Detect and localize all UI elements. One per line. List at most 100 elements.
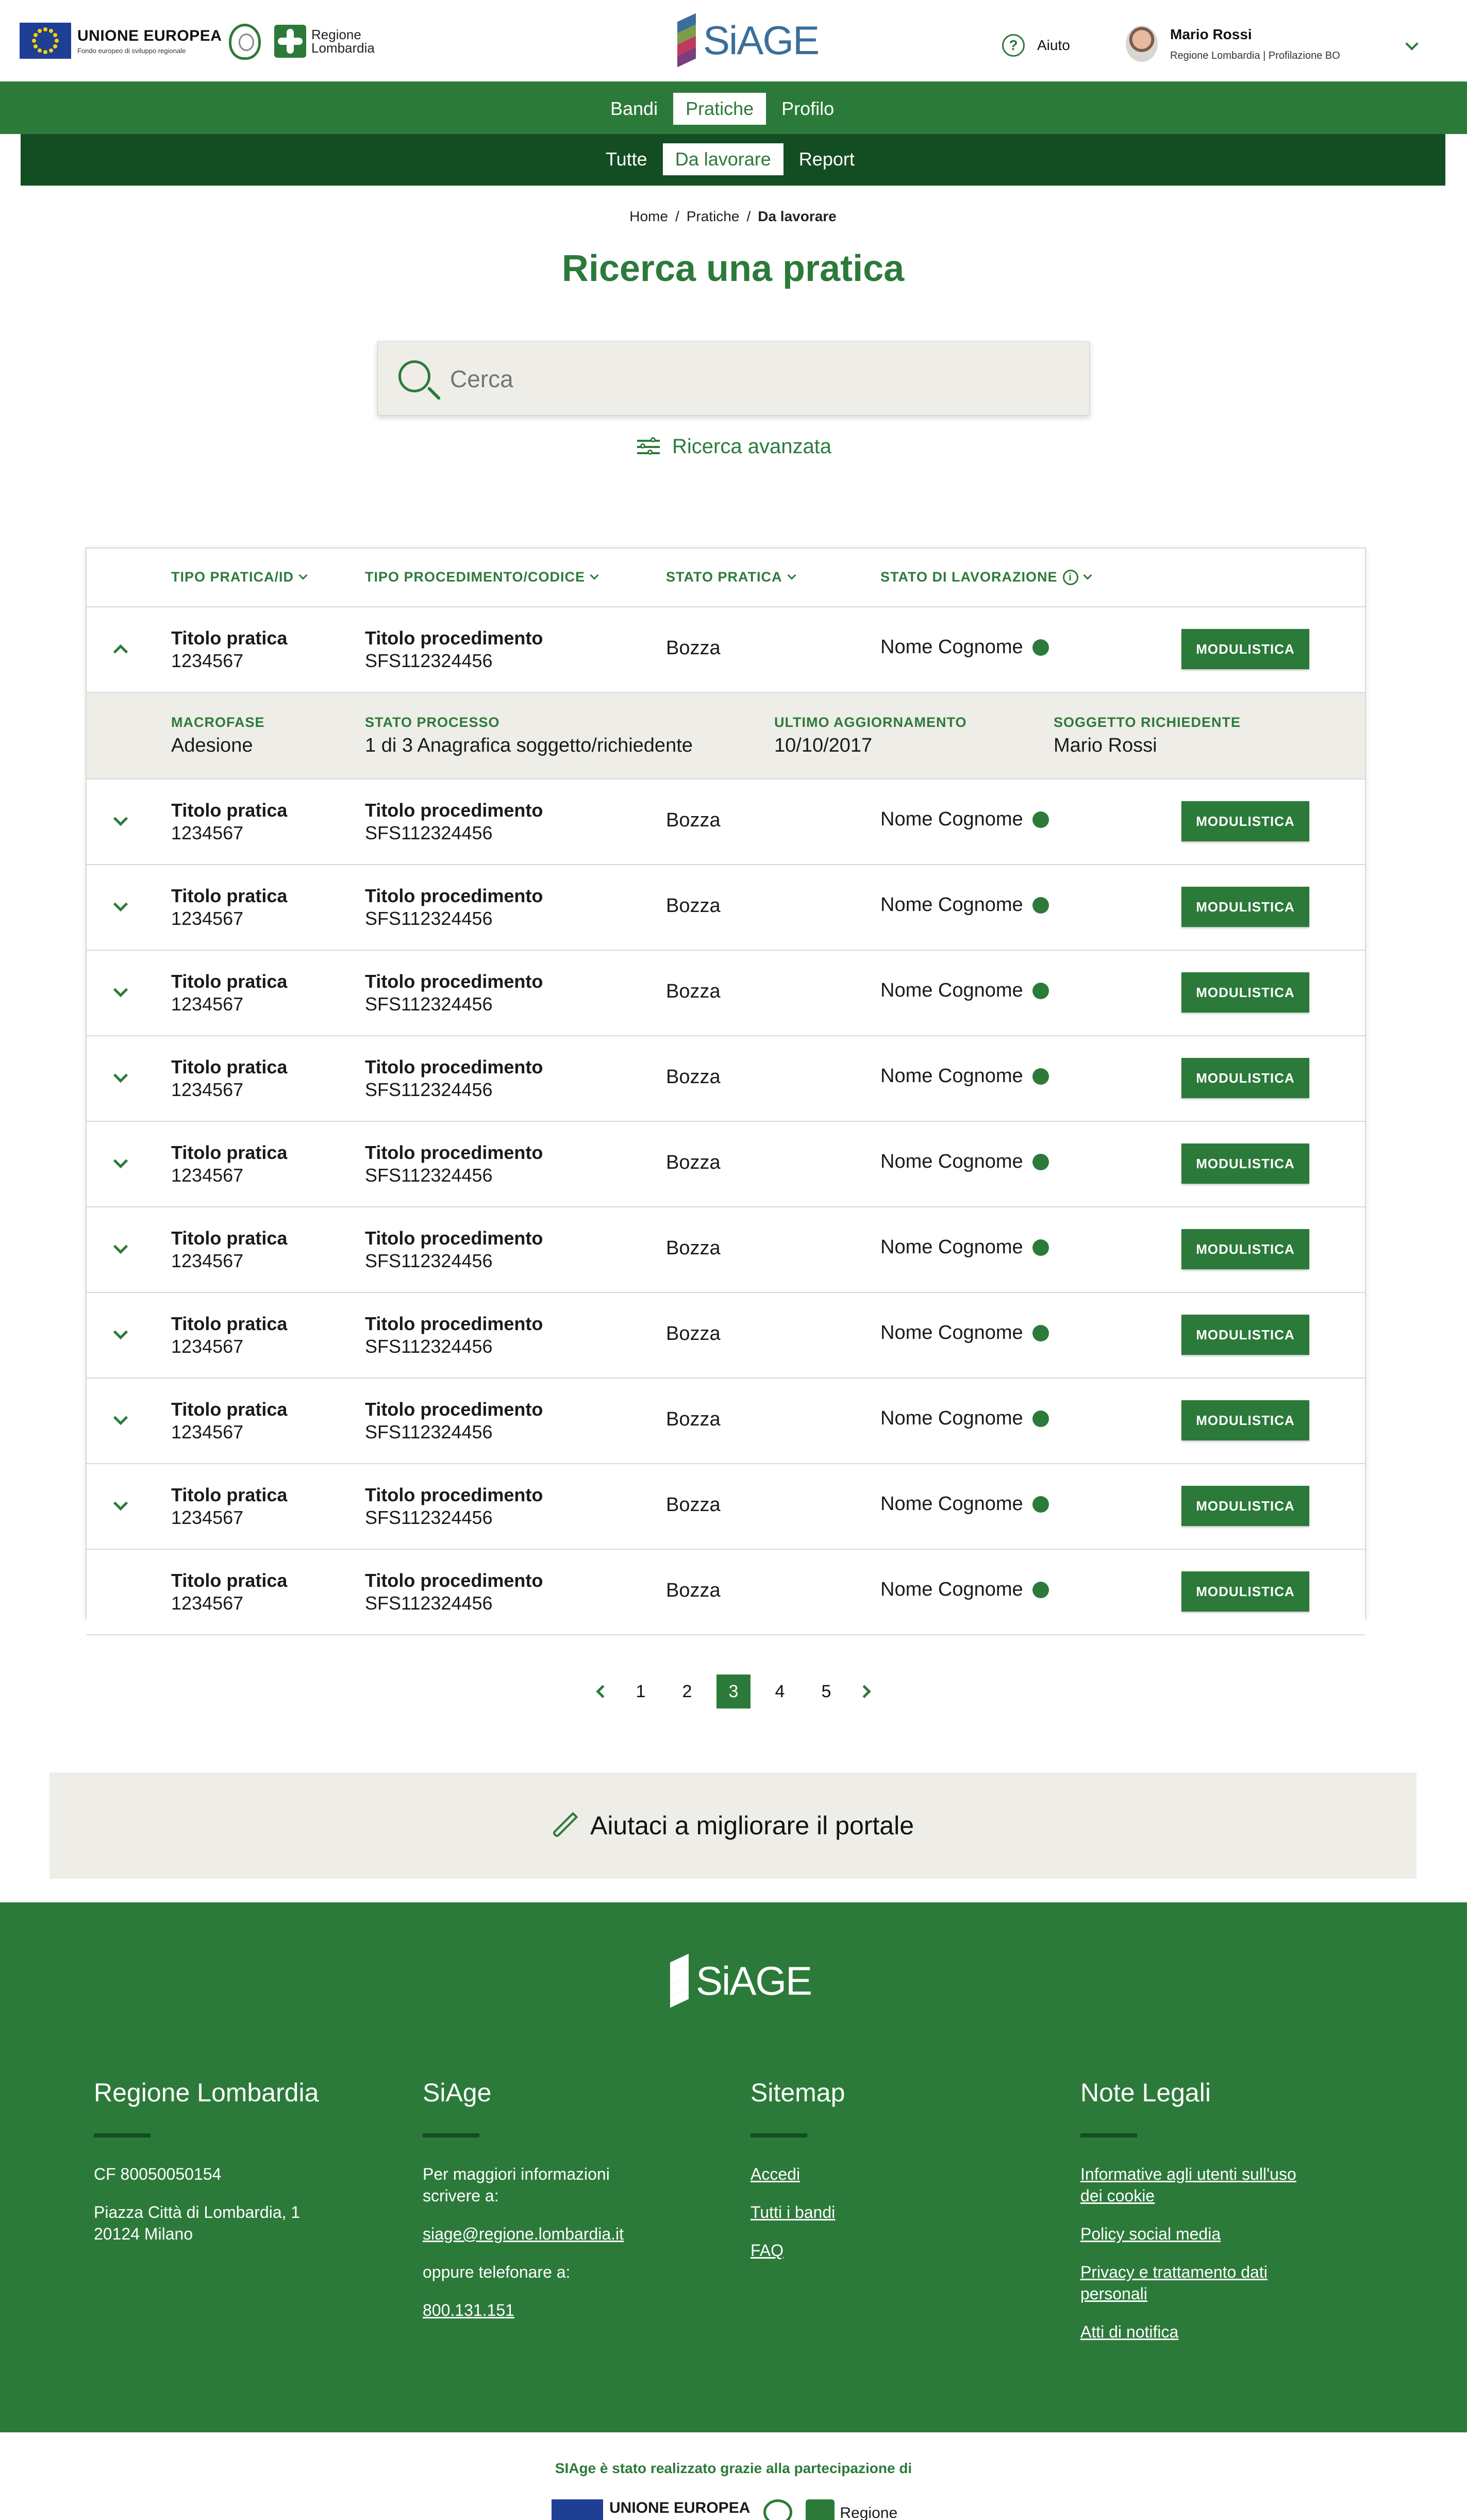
column-header-tipo-procedimento[interactable]: TIPO PROCEDIMENTO/CODICE [365, 569, 599, 585]
page-4-button[interactable]: 4 [763, 1675, 797, 1709]
info-icon[interactable]: i [1062, 569, 1078, 585]
search-input[interactable] [450, 362, 1069, 395]
advanced-search-link[interactable]: Ricerca avanzata [637, 435, 831, 458]
breadcrumb-home[interactable]: Home [629, 208, 668, 224]
table-row: Titolo pratica 1234567 Titolo procedimento… [87, 951, 1365, 1036]
chevron-down-icon[interactable] [1405, 37, 1419, 51]
chevron-down-icon[interactable] [113, 1153, 128, 1170]
column-header-stato-lavorazione[interactable]: STATO DI LAVORAZIONE i [880, 569, 1092, 585]
pratica-title: Titolo pratica [171, 885, 288, 906]
modulistica-button[interactable]: MODULISTICA [1181, 1315, 1309, 1355]
chevron-right-icon[interactable] [858, 1684, 874, 1699]
user-menu[interactable]: Mario Rossi Regione Lombardia | Profilaz… [1126, 26, 1340, 62]
assignee-name: Nome Cognome [880, 1322, 1023, 1344]
breadcrumb-pratiche[interactable]: Pratiche [687, 208, 740, 224]
cell-stato-pratica: Bozza [666, 1408, 721, 1430]
chevron-down-icon[interactable] [113, 1410, 128, 1427]
page-2-button[interactable]: 2 [670, 1675, 704, 1709]
tab-profilo[interactable]: Profilo [769, 93, 846, 125]
chevron-down-icon[interactable] [113, 1239, 128, 1256]
pratica-id: 1234567 [171, 1250, 244, 1271]
chevron-down-icon[interactable] [113, 1324, 128, 1341]
chevron-up-icon[interactable] [113, 641, 128, 659]
subtab-tutte[interactable]: Tutte [593, 143, 660, 175]
cell-stato-lavorazione: Nome Cognome [880, 1151, 1049, 1173]
pratica-title: Titolo pratica [171, 1228, 288, 1249]
modulistica-button[interactable]: MODULISTICA [1181, 1058, 1309, 1098]
footer-phone-label: oppure telefonare a: [423, 2263, 571, 2281]
cell-stato-lavorazione: Nome Cognome [880, 1322, 1049, 1344]
detail-stato-processo: STATO PROCESSO 1 di 3 Anagrafica soggetto… [365, 715, 693, 757]
improve-portal-banner[interactable]: Aiutaci a migliorare il portale [49, 1772, 1416, 1879]
chevron-down-icon[interactable] [113, 1496, 128, 1513]
improve-portal-label: Aiutaci a migliorare il portale [590, 1811, 914, 1840]
cell-tipo-procedimento: Titolo procedimento SFS112324456 [365, 627, 543, 672]
procedimento-code: SFS112324456 [365, 908, 493, 929]
modulistica-button[interactable]: MODULISTICA [1181, 1486, 1309, 1526]
eu-logo: UNIONE EUROPEA Fondo europeo di sviluppo… [20, 23, 222, 59]
footer-col-sitemap: Sitemap Accedi Tutti i bandi FAQ [751, 2078, 1019, 2278]
detail-macrofase: MACROFASE Adesione [171, 715, 265, 757]
procedimento-code: SFS112324456 [365, 650, 493, 671]
cell-tipo-procedimento: Titolo procedimento SFS112324456 [365, 1484, 543, 1529]
modulistica-button[interactable]: MODULISTICA [1181, 887, 1309, 927]
column-header-tipo-pratica[interactable]: TIPO PRATICA/ID [171, 569, 308, 585]
pratica-id: 1234567 [171, 1421, 244, 1443]
chevron-down-icon[interactable] [113, 982, 128, 999]
column-header-label: TIPO PRATICA/ID [171, 569, 294, 585]
footer-link-cookie[interactable]: Informative agli utenti sull'uso dei coo… [1080, 2163, 1318, 2207]
assignee-name: Nome Cognome [880, 1236, 1023, 1258]
chevron-left-icon[interactable] [593, 1684, 609, 1699]
siage-mark-icon [668, 1953, 691, 2008]
siage-logo[interactable]: SiAGE [675, 13, 820, 68]
footer-link-privacy[interactable]: Privacy e trattamento dati personali [1080, 2261, 1297, 2305]
footer-link-atti[interactable]: Atti di notifica [1080, 2321, 1348, 2343]
assignee-name: Nome Cognome [880, 808, 1023, 830]
table-row: Titolo pratica 1234567 Titolo procedimento… [87, 1550, 1365, 1635]
breadcrumb-current: Da lavorare [758, 208, 837, 224]
modulistica-button[interactable]: MODULISTICA [1181, 629, 1309, 669]
subtab-da-lavorare[interactable]: Da lavorare [662, 143, 783, 175]
search-icon[interactable] [398, 360, 430, 392]
procedimento-title: Titolo procedimento [365, 1142, 543, 1163]
footer-divider [423, 2133, 479, 2137]
subtab-report[interactable]: Report [787, 143, 867, 175]
credits-text: SIAge è stato realizzato grazie alla par… [555, 2460, 912, 2476]
modulistica-button[interactable]: MODULISTICA [1181, 801, 1309, 841]
page-5-button[interactable]: 5 [809, 1675, 843, 1709]
pratica-id: 1234567 [171, 908, 244, 929]
page-3-button[interactable]: 3 [716, 1675, 751, 1709]
advanced-search-label: Ricerca avanzata [672, 435, 832, 458]
footer-link-tutti-bandi[interactable]: Tutti i bandi [751, 2201, 1019, 2223]
modulistica-button[interactable]: MODULISTICA [1181, 1571, 1309, 1612]
modulistica-button[interactable]: MODULISTICA [1181, 1229, 1309, 1269]
pratica-id: 1234567 [171, 1079, 244, 1100]
cell-stato-lavorazione: Nome Cognome [880, 1065, 1049, 1087]
footer-link-accedi[interactable]: Accedi [751, 2163, 1019, 2185]
column-header-stato-pratica[interactable]: STATO PRATICA [666, 569, 796, 585]
chevron-down-icon[interactable] [113, 1068, 128, 1085]
cell-stato-pratica: Bozza [666, 1580, 721, 1601]
cell-tipo-procedimento: Titolo procedimento SFS112324456 [365, 799, 543, 844]
sort-chevron-icon [1083, 571, 1092, 579]
procedimento-code: SFS112324456 [365, 1250, 493, 1271]
modulistica-button[interactable]: MODULISTICA [1181, 1143, 1309, 1184]
pratica-title: Titolo pratica [171, 1399, 288, 1420]
page-1-button[interactable]: 1 [624, 1675, 658, 1709]
footer-link-social[interactable]: Policy social media [1080, 2223, 1348, 2245]
chevron-down-icon[interactable] [113, 897, 128, 914]
modulistica-button[interactable]: MODULISTICA [1181, 1400, 1309, 1440]
help-link[interactable]: ? Aiuto [1002, 34, 1070, 57]
tab-bandi[interactable]: Bandi [598, 93, 670, 125]
column-header-label: STATO DI LAVORAZIONE [880, 569, 1058, 585]
footer-email-link[interactable]: siage@regione.lombardia.it [423, 2223, 691, 2245]
procedimento-title: Titolo procedimento [365, 1313, 543, 1334]
footer-phone-link[interactable]: 800.131.151 [423, 2299, 691, 2321]
footer-siage-logo[interactable]: SiAGE [668, 1953, 812, 2008]
credits-bar: SIAge è stato realizzato grazie alla par… [0, 2432, 1467, 2520]
tab-pratiche[interactable]: Pratiche [673, 93, 766, 125]
modulistica-button[interactable]: MODULISTICA [1181, 972, 1309, 1013]
footer-link-faq[interactable]: FAQ [751, 2240, 1019, 2261]
pencil-icon [552, 1812, 579, 1839]
chevron-down-icon[interactable] [113, 811, 128, 828]
